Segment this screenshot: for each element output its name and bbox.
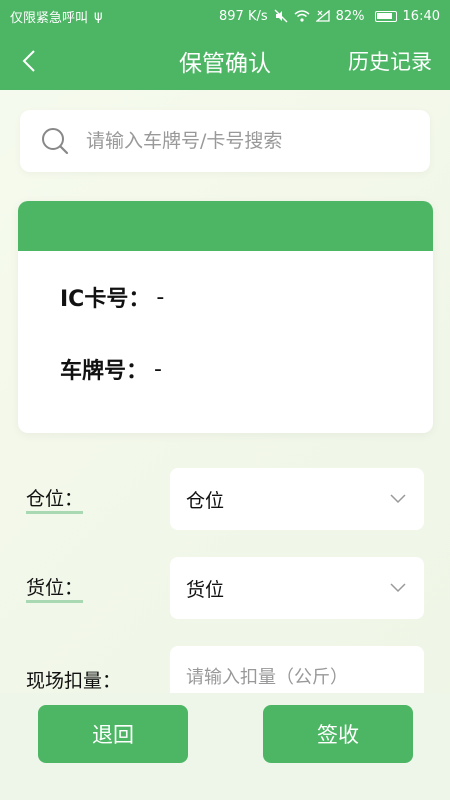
ic-card-value: - bbox=[156, 284, 165, 310]
status-bar: 仅限紧急呼叫 ψ 897 K/s 82% 16:40 bbox=[0, 0, 450, 32]
warehouse-select[interactable]: 仓位 bbox=[170, 468, 424, 530]
chevron-down-icon bbox=[390, 494, 406, 504]
ic-card-row: IC卡号： - bbox=[60, 281, 164, 313]
return-button[interactable]: 退回 bbox=[38, 705, 188, 763]
vehicle-info-card: IC卡号： - 车牌号： - bbox=[18, 201, 433, 433]
back-button[interactable] bbox=[22, 50, 40, 72]
network-speed: 897 K/s bbox=[219, 8, 268, 24]
ic-card-label: IC卡号： bbox=[60, 287, 151, 312]
search-icon bbox=[42, 128, 69, 155]
cargo-value: 货位 bbox=[186, 578, 225, 601]
plate-row: 车牌号： - bbox=[60, 353, 162, 385]
deduction-input[interactable] bbox=[186, 666, 406, 688]
nav-bar: 保管确认 历史记录 bbox=[0, 32, 450, 90]
plate-label: 车牌号： bbox=[60, 359, 149, 384]
search-input[interactable] bbox=[86, 130, 386, 152]
warehouse-label: 仓位： bbox=[26, 488, 84, 514]
clock: 16:40 bbox=[402, 8, 440, 24]
bottom-action-bar: 退回 签收 bbox=[0, 693, 450, 800]
sign-button[interactable]: 签收 bbox=[263, 705, 413, 763]
chevron-left-icon bbox=[22, 50, 35, 72]
usb-icon: ψ bbox=[94, 8, 103, 24]
history-link[interactable]: 历史记录 bbox=[348, 46, 432, 76]
chevron-down-icon bbox=[390, 583, 406, 593]
mute-icon bbox=[274, 9, 288, 23]
card-header bbox=[18, 201, 433, 251]
cargo-row: 货位： 货位 bbox=[0, 557, 450, 619]
battery-percent: 82% bbox=[335, 8, 365, 24]
carrier-text: 仅限紧急呼叫 bbox=[10, 10, 89, 26]
top-bar: 仅限紧急呼叫 ψ 897 K/s 82% 16:40 保管确认 历史记录 bbox=[0, 0, 450, 90]
warehouse-value: 仓位 bbox=[186, 489, 225, 512]
cargo-select[interactable]: 货位 bbox=[170, 557, 424, 619]
signal-icon bbox=[315, 10, 330, 22]
plate-value: - bbox=[154, 356, 162, 382]
search-box[interactable] bbox=[20, 110, 430, 172]
warehouse-row: 仓位： 仓位 bbox=[0, 468, 450, 530]
wifi-icon bbox=[294, 10, 310, 22]
cargo-label: 货位： bbox=[26, 577, 84, 603]
battery-icon bbox=[374, 10, 397, 22]
